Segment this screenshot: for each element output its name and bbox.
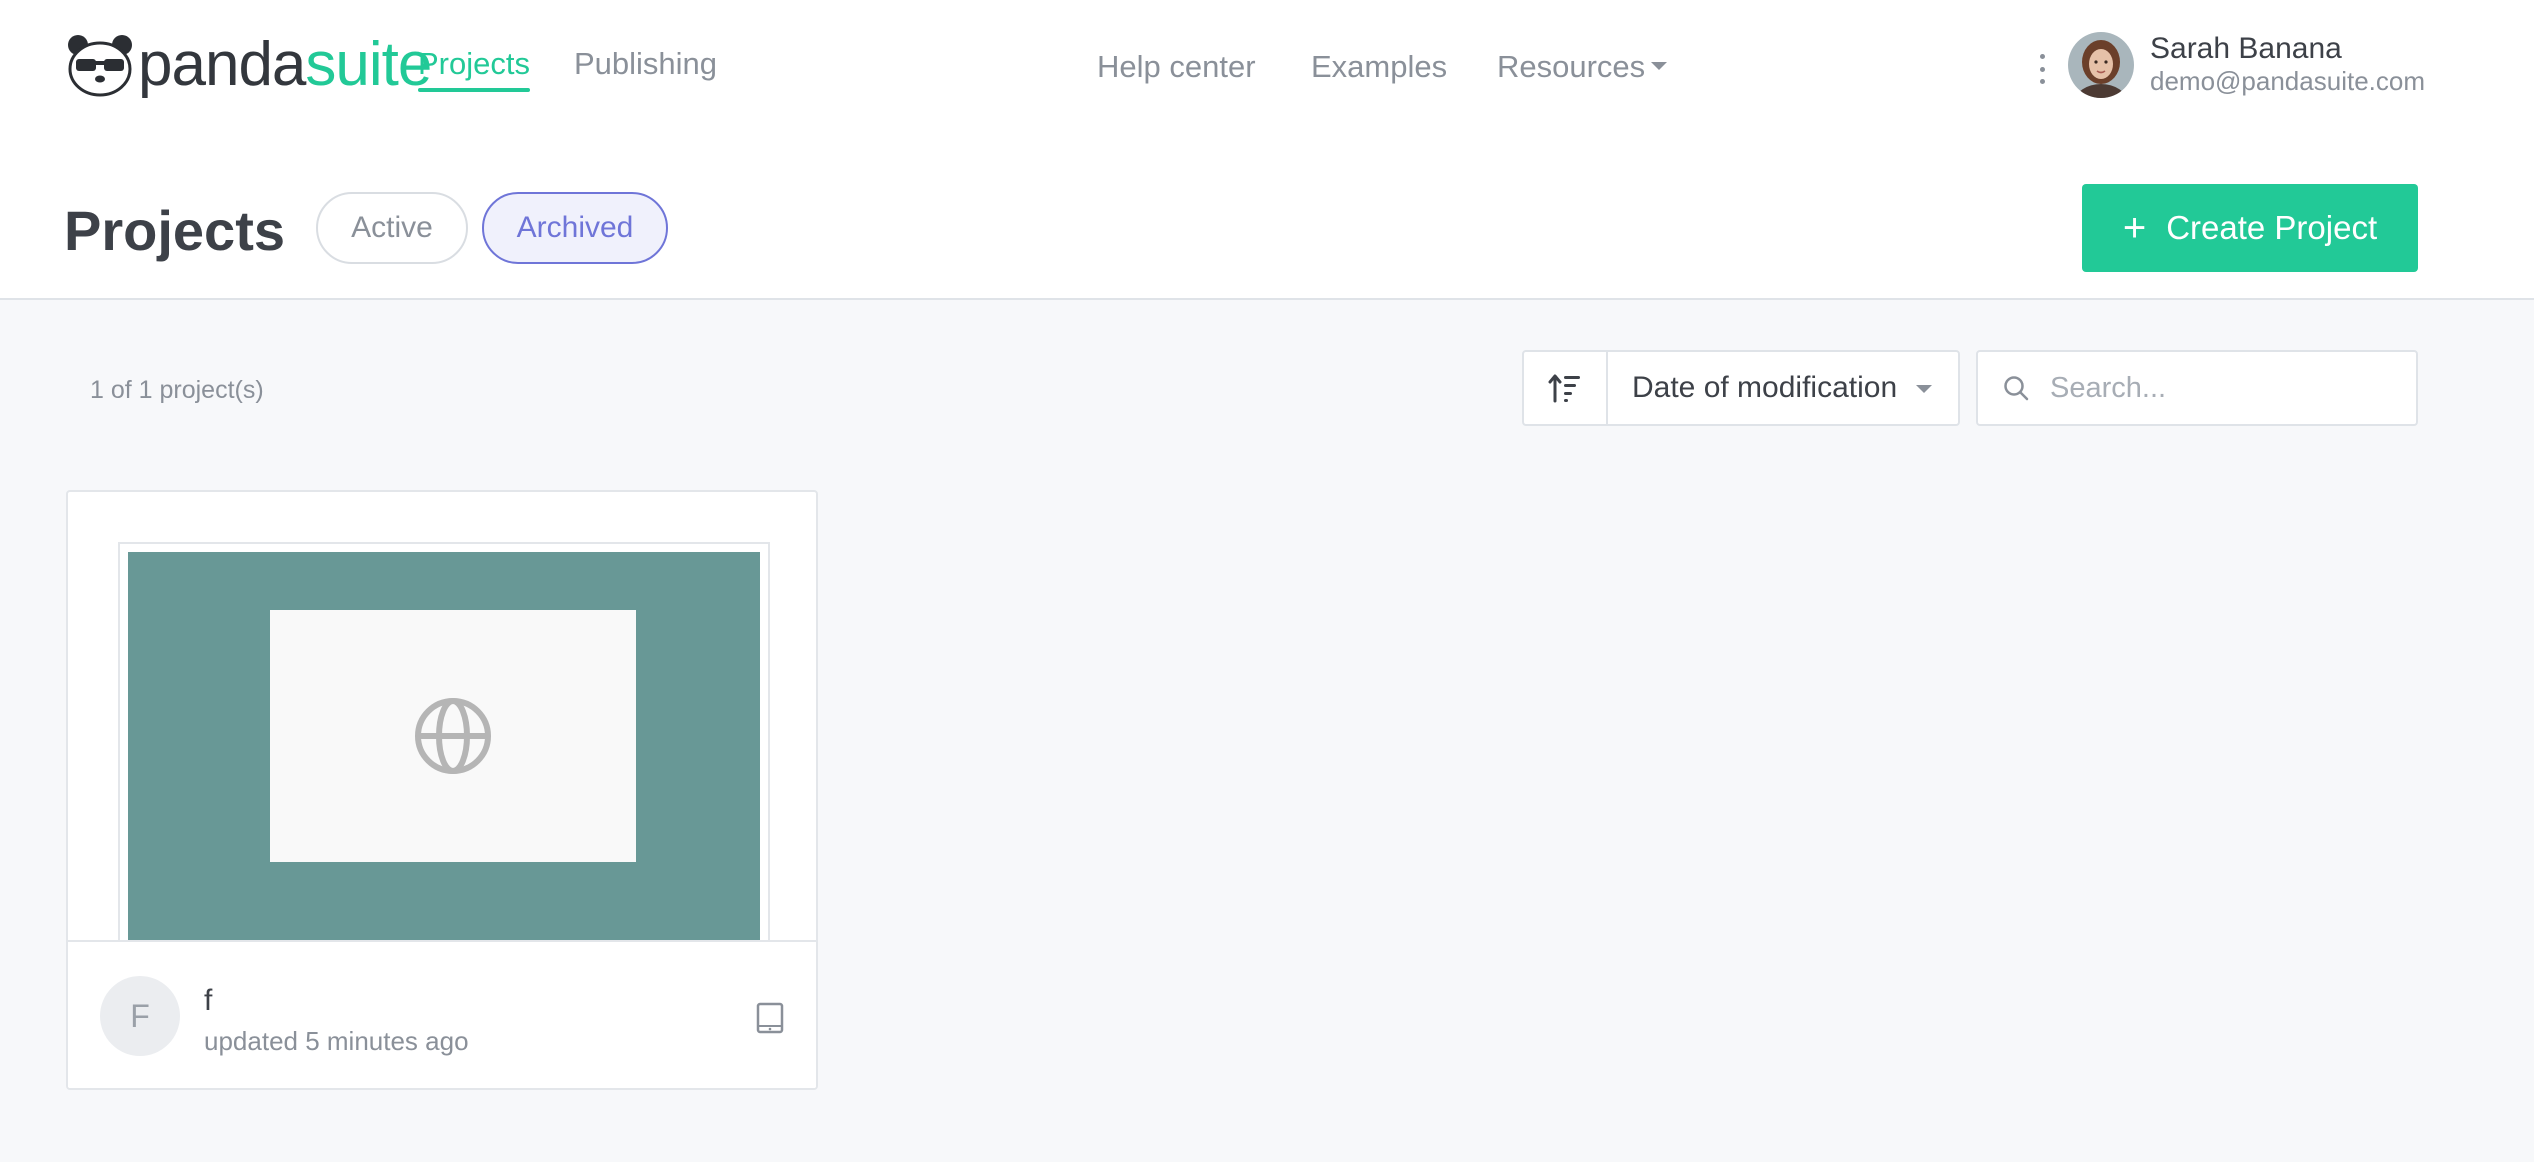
chevron-down-icon — [1916, 385, 1932, 393]
globe-icon — [415, 698, 491, 774]
brand-name-a: panda — [138, 30, 306, 99]
panda-icon — [68, 35, 132, 97]
search-icon — [2002, 374, 2030, 402]
sort-direction-button[interactable] — [1524, 352, 1608, 424]
tablet-icon — [756, 1002, 784, 1039]
avatar[interactable] — [2068, 32, 2134, 98]
sort-ascending-icon — [1548, 374, 1580, 403]
brand-name-b: suite — [305, 30, 432, 99]
nav-resources-dropdown[interactable]: Resources — [1497, 49, 1668, 85]
project-thumbnail[interactable] — [128, 552, 760, 946]
filter-archived-pill[interactable]: Archived — [482, 192, 668, 264]
user-email: demo@pandasuite.com — [2150, 66, 2425, 96]
nav-publishing[interactable]: Publishing — [574, 46, 717, 82]
nav-help-center[interactable]: Help center — [1097, 49, 1256, 85]
sort-control: Date of modification — [1522, 350, 1960, 426]
user-name: Sarah Banana — [2150, 32, 2342, 65]
plus-icon: + — [2122, 206, 2147, 250]
project-card[interactable]: F f updated 5 minutes ago — [66, 490, 818, 1090]
create-project-label: Create Project — [2166, 209, 2378, 246]
nav-projects[interactable]: Projects — [418, 46, 530, 92]
create-project-button[interactable]: + Create Project — [2082, 184, 2418, 272]
project-card-footer: F f updated 5 minutes ago — [68, 940, 816, 1088]
search-box — [1976, 350, 2418, 426]
project-initial-avatar: F — [100, 976, 180, 1056]
project-count: 1 of 1 project(s) — [90, 376, 264, 404]
thumbnail-placeholder — [270, 610, 636, 862]
project-name[interactable]: f — [204, 984, 212, 1018]
filter-active-pill[interactable]: Active — [316, 192, 468, 264]
chevron-down-icon — [1651, 61, 1668, 70]
user-photo-icon — [2068, 32, 2134, 98]
project-thumbnail-frame — [118, 542, 770, 962]
page-title: Projects — [64, 199, 285, 262]
nav-resources-label: Resources — [1497, 49, 1646, 84]
sort-field-select[interactable]: Date of modification — [1608, 352, 1958, 424]
brand-wordmark: pandasuite — [138, 34, 432, 96]
search-input[interactable] — [2050, 371, 2390, 405]
more-options-icon[interactable] — [2036, 54, 2048, 84]
nav-examples[interactable]: Examples — [1311, 49, 1447, 85]
top-header: pandasuite Projects Publishing Help cent… — [0, 0, 2534, 300]
sort-field-label: Date of modification — [1632, 371, 1898, 404]
pandasuite-logo[interactable]: pandasuite — [66, 30, 432, 100]
project-updated-time: updated 5 minutes ago — [204, 1026, 469, 1056]
